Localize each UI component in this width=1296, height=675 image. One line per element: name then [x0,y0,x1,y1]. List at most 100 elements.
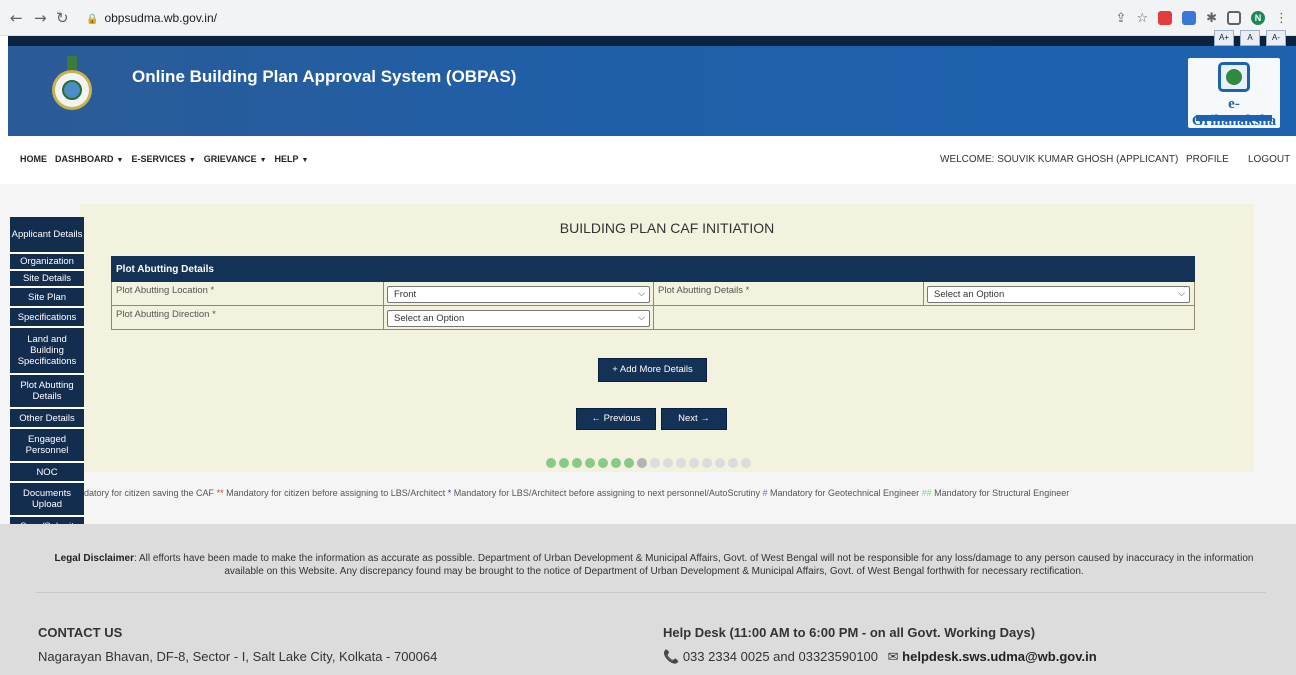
plot-abutting-direction-select[interactable]: Select an Option ⌵ [387,310,650,327]
lock-icon: 🔒 [86,14,99,25]
progress-dot [559,458,569,468]
legend-marker: # [762,488,768,498]
sidebar-item-land-building-specifications[interactable]: Land and Building Specifications [10,328,84,375]
address-bar[interactable]: 🔒 obpsudma.wb.gov.in/ [78,7,1098,29]
legend-text: Mandatory for citizen before assigning t… [226,488,446,498]
star-icon[interactable]: ☆ [1136,11,1148,26]
kebab-menu-icon[interactable]: ⋮ [1275,11,1288,26]
sidebar-item-specifications[interactable]: Specifications [10,308,84,328]
progress-dot [715,458,725,468]
plot-abutting-location-select[interactable]: Front ⌵ [387,286,650,303]
add-more-details-button[interactable]: + Add More Details [598,358,707,382]
sidepanel-icon[interactable] [1227,11,1241,25]
site-header: Online Building Plan Approval System (OB… [8,46,1296,136]
url-text: obpsudma.wb.gov.in/ [104,11,217,25]
next-button[interactable]: Next → [661,408,727,430]
sidebar-item-documents-upload[interactable]: Documents Upload [10,483,84,517]
progress-dot [741,458,751,468]
chevron-down-icon: ⌵ [638,313,645,323]
location-label: Plot Abutting Location * [112,282,384,305]
contact-heading: CONTACT US [38,625,123,640]
chevron-down-icon: ⌵ [638,289,645,299]
plot-abutting-details-select[interactable]: Select an Option ⌵ [927,286,1190,303]
progress-dot [663,458,673,468]
helpdesk-contact: 📞 033 2334 0025 and 03323590100 ✉ helpde… [663,649,1097,665]
brand-name: e-Grihanaksha [1191,96,1277,129]
caret-down-icon: ▼ [188,157,196,164]
back-icon[interactable]: ← [10,9,23,27]
site-footer: Legal Disclaimer: All efforts have been … [0,524,1296,675]
section-title: Plot Abutting Details [111,256,1195,282]
extension-icons: ⇪ ☆ ✱ N ⋮ [1116,9,1288,27]
mail-icon: ✉ [887,649,899,664]
progress-dot [624,458,634,468]
progress-dot [637,458,647,468]
font-size-controls: A+ A A- [1214,30,1286,46]
mandatory-legend: datory for citizen saving the CAF ** Man… [84,488,1069,498]
legend-text: Mandatory for Geotechnical Engineer [770,488,920,498]
footer-divider [36,592,1266,593]
reload-icon[interactable]: ↻ [56,9,69,27]
progress-dot [546,458,556,468]
menu-dashboard[interactable]: DASHBOARD ▼ [55,154,123,164]
page-title: BUILDING PLAN CAF INITIATION [559,220,775,236]
caret-down-icon: ▼ [301,157,309,164]
progress-dot [728,458,738,468]
progress-dot [650,458,660,468]
header-strip [8,36,1296,46]
helpdesk-email[interactable]: helpdesk.sws.udma@wb.gov.in [902,649,1096,664]
previous-button[interactable]: ← Previous [576,408,656,430]
progress-dot [689,458,699,468]
details-label: Plot Abutting Details * [654,282,924,305]
sidebar-item-site-plan[interactable]: Site Plan [10,288,84,308]
extension-icon[interactable] [1182,11,1197,25]
contact-address: Nagarayan Bhavan, DF-8, Sector - I, Salt… [38,649,438,664]
forward-icon[interactable]: → [34,9,47,27]
progress-dot [676,458,686,468]
welcome-text: WELCOME: SOUVIK KUMAR GHOSH (APPLICANT) [940,154,1179,165]
progress-dot [585,458,595,468]
progress-dot [598,458,608,468]
puzzle-icon[interactable]: ✱ [1206,11,1217,26]
extension-icon[interactable] [1158,11,1173,25]
sidebar-item-other-details[interactable]: Other Details [10,409,84,429]
progress-dot [572,458,582,468]
house-icon [1218,62,1250,92]
sidebar-item-noc[interactable]: NOC [10,463,84,483]
caf-form-panel: BUILDING PLAN CAF INITIATION Plot Abutti… [80,204,1254,472]
helpdesk-heading: Help Desk (11:00 AM to 6:00 PM - on all … [663,625,1036,640]
menu-home[interactable]: HOME [20,154,47,164]
menu-grievance[interactable]: GRIEVANCE ▼ [204,154,267,164]
egrihanaksha-logo: e-Grihanaksha [1188,58,1280,129]
progress-dots [546,458,751,468]
profile-link[interactable]: PROFILE [1186,154,1229,165]
form-row: Plot Abutting Direction * Select an Opti… [111,306,1195,330]
font-normal-button[interactable]: A [1240,30,1260,46]
legend-marker: ** [216,488,224,498]
legend-text: Mandatory for LBS/Architect before assig… [453,488,760,498]
progress-dot [611,458,621,468]
sidebar-item-applicant-details[interactable]: Applicant Details [10,217,84,254]
font-decrease-button[interactable]: A- [1266,30,1286,46]
sidebar-item-organization[interactable]: Organization [10,254,84,271]
wb-emblem-icon [50,56,94,126]
menu-e-services[interactable]: E-SERVICES ▼ [131,154,195,164]
caret-down-icon: ▼ [259,157,267,164]
legal-disclaimer: Legal Disclaimer: All efforts have been … [54,553,1254,577]
legend-marker: ## [921,488,932,498]
phone-icon: 📞 [663,649,680,664]
profile-avatar[interactable]: N [1251,11,1265,25]
font-increase-button[interactable]: A+ [1214,30,1234,46]
top-navigation: HOME DASHBOARD ▼ E-SERVICES ▼ GRIEVANCE ▼ H… [0,136,1296,184]
plot-abutting-section: Plot Abutting Details Plot Abutting Loca… [111,256,1195,330]
caret-down-icon: ▼ [116,157,124,164]
menu-help[interactable]: HELP ▼ [275,154,309,164]
legend-text: Mandatory for Structural Engineer [934,488,1070,498]
logout-link[interactable]: LOGOUT [1248,154,1290,165]
helpdesk-phone: 033 2334 0025 and 03323590100 [682,649,879,664]
sidebar-item-site-details[interactable]: Site Details [10,271,84,288]
sidebar-item-plot-abutting-details[interactable]: Plot Abutting Details [10,375,84,409]
share-icon[interactable]: ⇪ [1116,11,1127,26]
sidebar-item-engaged-personnel[interactable]: Engaged Personnel [10,429,84,463]
form-row: Plot Abutting Location * Front ⌵ Plot Abu… [111,282,1195,306]
